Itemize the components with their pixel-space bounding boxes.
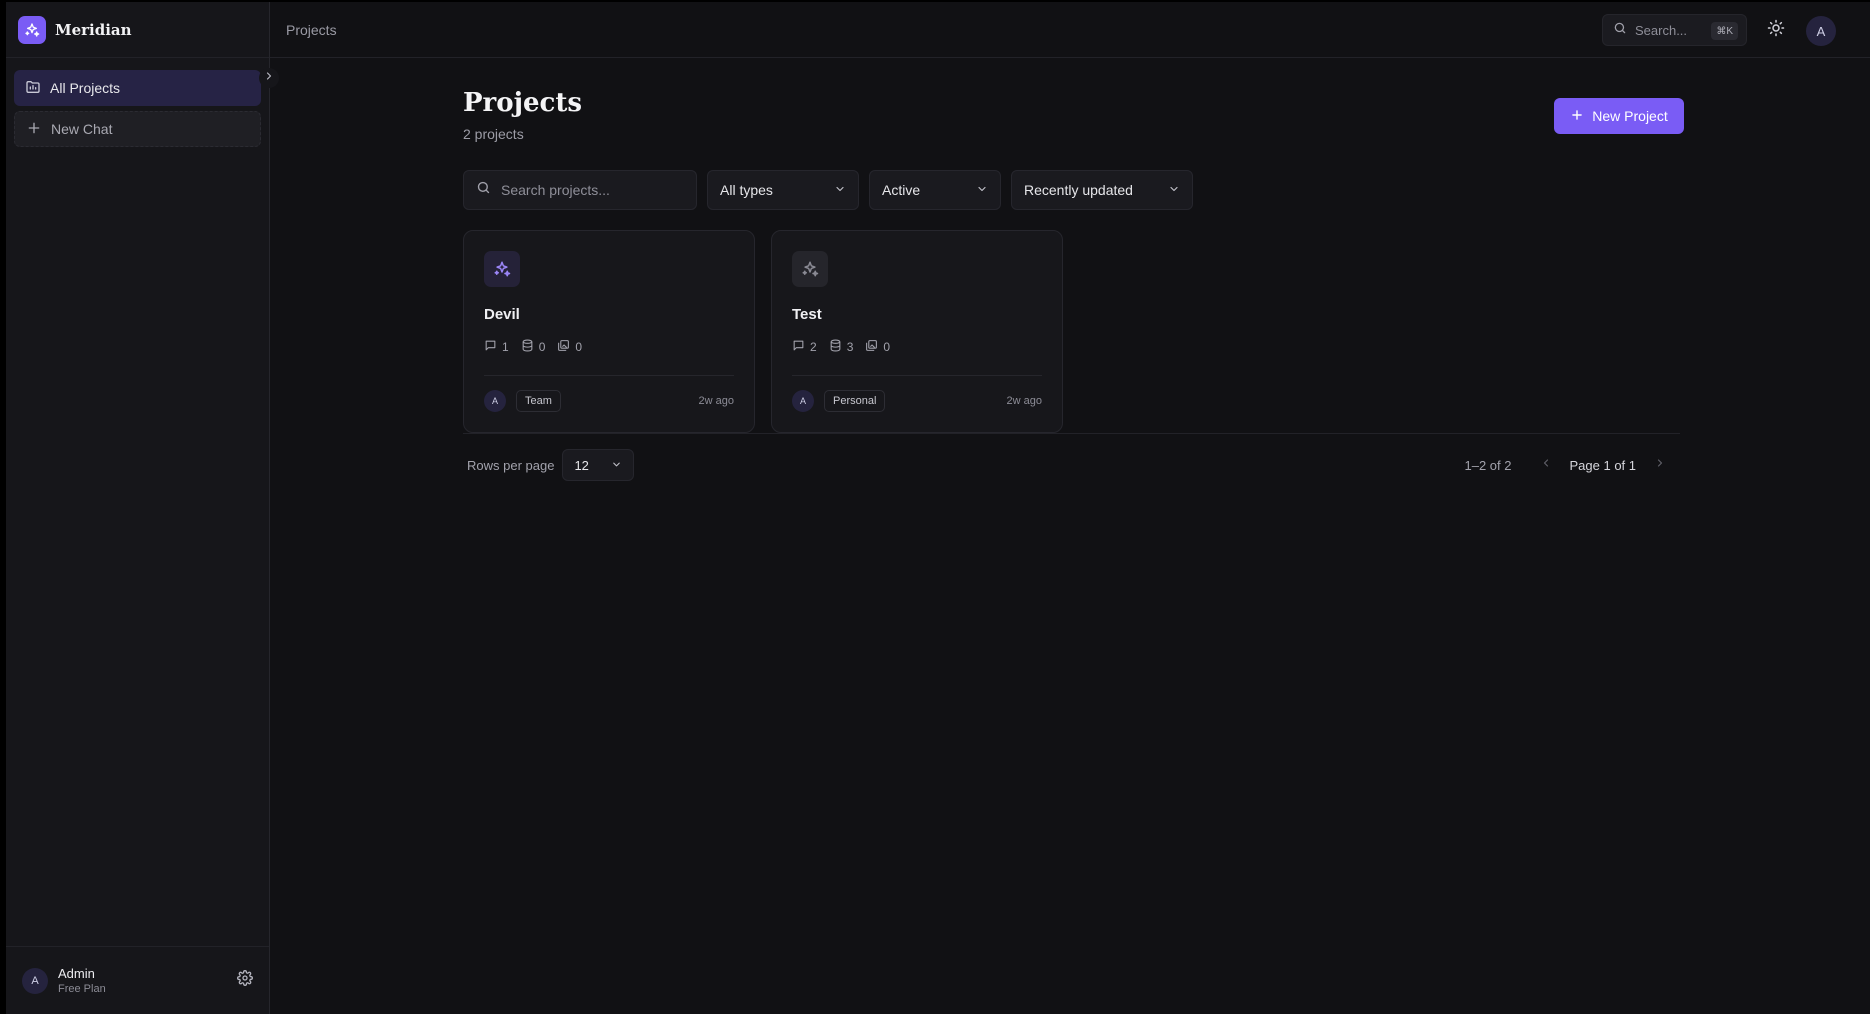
- chevron-down-icon: [1168, 182, 1180, 198]
- avatar: A: [484, 390, 506, 412]
- chat-count-value: 1: [502, 340, 509, 354]
- project-card-footer: A Team 2w ago: [484, 389, 734, 413]
- project-name: Devil: [484, 306, 520, 323]
- chevron-down-icon: [976, 182, 988, 198]
- project-card-footer: A Personal 2w ago: [792, 389, 1042, 413]
- updated-time: 2w ago: [698, 395, 734, 407]
- sun-icon: [1767, 19, 1785, 42]
- project-search[interactable]: [463, 170, 697, 210]
- user-info: Admin Free Plan: [58, 966, 237, 995]
- next-page-button[interactable]: [1648, 453, 1672, 477]
- folder-icon: [25, 79, 41, 98]
- message-icon: [792, 339, 805, 355]
- database-icon: [521, 339, 534, 355]
- sidebar: Meridian All Projects New Chat A Admin F…: [6, 2, 279, 1014]
- rows-per-page-select[interactable]: 12: [562, 449, 635, 481]
- chevron-left-icon: [1540, 456, 1552, 474]
- avatar: A: [792, 390, 814, 412]
- shortcut-badge: ⌘K: [1711, 22, 1738, 40]
- images-icon: [557, 339, 570, 355]
- plus-icon: [26, 120, 42, 139]
- sidebar-nav: All Projects New Chat: [6, 58, 269, 147]
- sidebar-item-label: New Chat: [51, 121, 113, 137]
- user-plan: Free Plan: [58, 983, 106, 995]
- chat-count-value: 2: [810, 340, 817, 354]
- rows-per-page-label: Rows per page: [467, 457, 555, 473]
- source-count: 3: [829, 339, 854, 355]
- gear-icon[interactable]: [237, 970, 253, 991]
- chevron-down-icon: [611, 458, 622, 473]
- sparkles-icon: [484, 251, 520, 287]
- plus-icon: [1570, 108, 1584, 125]
- page-title: Projects: [463, 88, 583, 118]
- project-name: Test: [792, 306, 822, 323]
- chevron-down-icon: [834, 182, 846, 198]
- main-area: Projects Search... ⌘K A Projects 2 proje…: [270, 2, 1870, 1014]
- breadcrumb[interactable]: Projects: [286, 22, 337, 38]
- status-filter-select[interactable]: Active: [869, 170, 1001, 210]
- updated-time: 2w ago: [1006, 395, 1042, 407]
- project-count: 2 projects: [463, 126, 524, 142]
- app-window: Meridian All Projects New Chat A Admin F…: [6, 2, 1870, 1014]
- search-icon: [1613, 21, 1627, 40]
- sparkles-icon: [18, 15, 46, 44]
- project-grid: Devil 1 0 0 A Team 2w ago Test 2 3 0 A P…: [463, 230, 1063, 433]
- pagination: Rows per page 12 1–2 of 2 Page 1 of 1: [463, 449, 1680, 481]
- topbar: Projects Search... ⌘K A: [270, 2, 1870, 58]
- message-icon: [484, 339, 497, 355]
- sidebar-item-label: All Projects: [50, 80, 121, 96]
- status-filter-value: Active: [882, 182, 921, 198]
- rows-per-page-value: 12: [574, 457, 589, 473]
- sort-value: Recently updated: [1024, 182, 1133, 198]
- search-icon: [476, 180, 491, 200]
- source-count: 0: [521, 339, 546, 355]
- file-count: 0: [865, 339, 890, 355]
- database-icon: [829, 339, 842, 355]
- project-type-badge: Team: [516, 390, 561, 412]
- page-indicator: Page 1 of 1: [1569, 457, 1637, 473]
- project-card[interactable]: Devil 1 0 0 A Team 2w ago: [463, 230, 755, 433]
- file-count-value: 0: [575, 340, 583, 354]
- new-project-button[interactable]: New Project: [1554, 98, 1684, 134]
- source-count-value: 3: [846, 340, 854, 354]
- chat-count: 2: [792, 339, 817, 355]
- file-count-value: 0: [883, 340, 891, 354]
- type-filter-value: All types: [720, 182, 773, 198]
- new-project-label: New Project: [1592, 108, 1668, 124]
- sort-select[interactable]: Recently updated: [1011, 170, 1193, 210]
- avatar[interactable]: A: [22, 967, 48, 994]
- brand[interactable]: Meridian: [6, 2, 269, 58]
- sparkles-icon: [792, 251, 828, 287]
- filter-bar: All types Active Recently updated: [463, 170, 1193, 210]
- global-search[interactable]: Search... ⌘K: [1602, 14, 1747, 46]
- images-icon: [865, 339, 878, 355]
- previous-page-button[interactable]: [1534, 453, 1558, 477]
- chat-count: 1: [484, 339, 509, 355]
- brand-name: Meridian: [55, 20, 132, 39]
- global-search-placeholder: Search...: [1635, 22, 1688, 38]
- user-name: Admin: [58, 966, 95, 981]
- sidebar-item-new-chat[interactable]: New Chat: [14, 111, 261, 147]
- search-input[interactable]: [501, 182, 691, 198]
- pagination-range: 1–2 of 2: [1464, 457, 1512, 473]
- project-type-badge: Personal: [824, 390, 886, 412]
- project-stats: 2 3 0: [792, 339, 1042, 355]
- divider: [463, 433, 1680, 434]
- chevron-right-icon: [1654, 456, 1666, 474]
- sidebar-item-all-projects[interactable]: All Projects: [14, 70, 261, 106]
- type-filter-select[interactable]: All types: [707, 170, 859, 210]
- project-stats: 1 0 0: [484, 339, 734, 355]
- theme-toggle-button[interactable]: [1764, 18, 1788, 42]
- source-count-value: 0: [538, 340, 546, 354]
- divider: [792, 375, 1042, 376]
- project-card[interactable]: Test 2 3 0 A Personal 2w ago: [771, 230, 1063, 433]
- avatar[interactable]: A: [1806, 16, 1836, 46]
- user-footer: A Admin Free Plan: [6, 946, 269, 1014]
- file-count: 0: [557, 339, 582, 355]
- divider: [484, 375, 734, 376]
